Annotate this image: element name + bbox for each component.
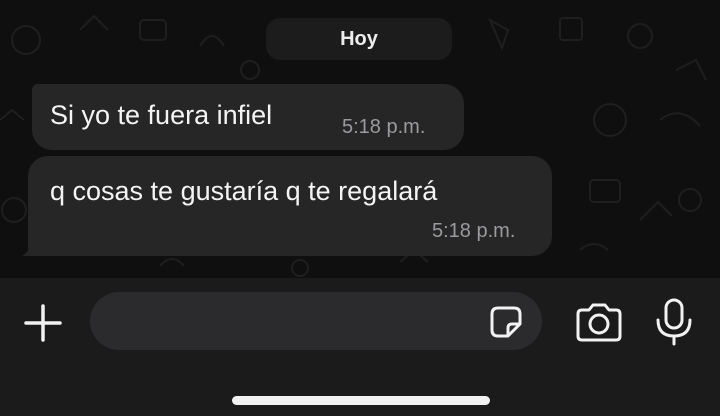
- date-label: Hoy: [340, 27, 378, 50]
- date-divider: Hoy: [266, 18, 452, 60]
- microphone-icon: [656, 298, 692, 346]
- camera-button[interactable]: [574, 302, 624, 344]
- message-timestamp: 5:18 p.m.: [342, 116, 426, 138]
- chat-area: Hoy Si yo te fuera infiel 5:18 p.m. q co…: [0, 0, 720, 278]
- message-text: q cosas te gustaría q te regalará: [50, 176, 438, 206]
- sticker-button[interactable]: [488, 304, 524, 340]
- message-timestamp: 5:18 p.m.: [432, 220, 516, 242]
- plus-icon: [24, 304, 62, 342]
- microphone-button[interactable]: [654, 298, 694, 346]
- message-bubble[interactable]: q cosas te gustaría q te regalará 5:18 p…: [28, 156, 552, 256]
- message-bubble[interactable]: Si yo te fuera infiel 5:18 p.m.: [32, 84, 464, 150]
- camera-icon: [576, 303, 622, 342]
- home-indicator: [232, 396, 490, 405]
- sticker-icon: [490, 306, 522, 338]
- message-text: Si yo te fuera infiel: [50, 100, 273, 130]
- attach-button[interactable]: [20, 300, 66, 346]
- message-input[interactable]: [90, 292, 542, 350]
